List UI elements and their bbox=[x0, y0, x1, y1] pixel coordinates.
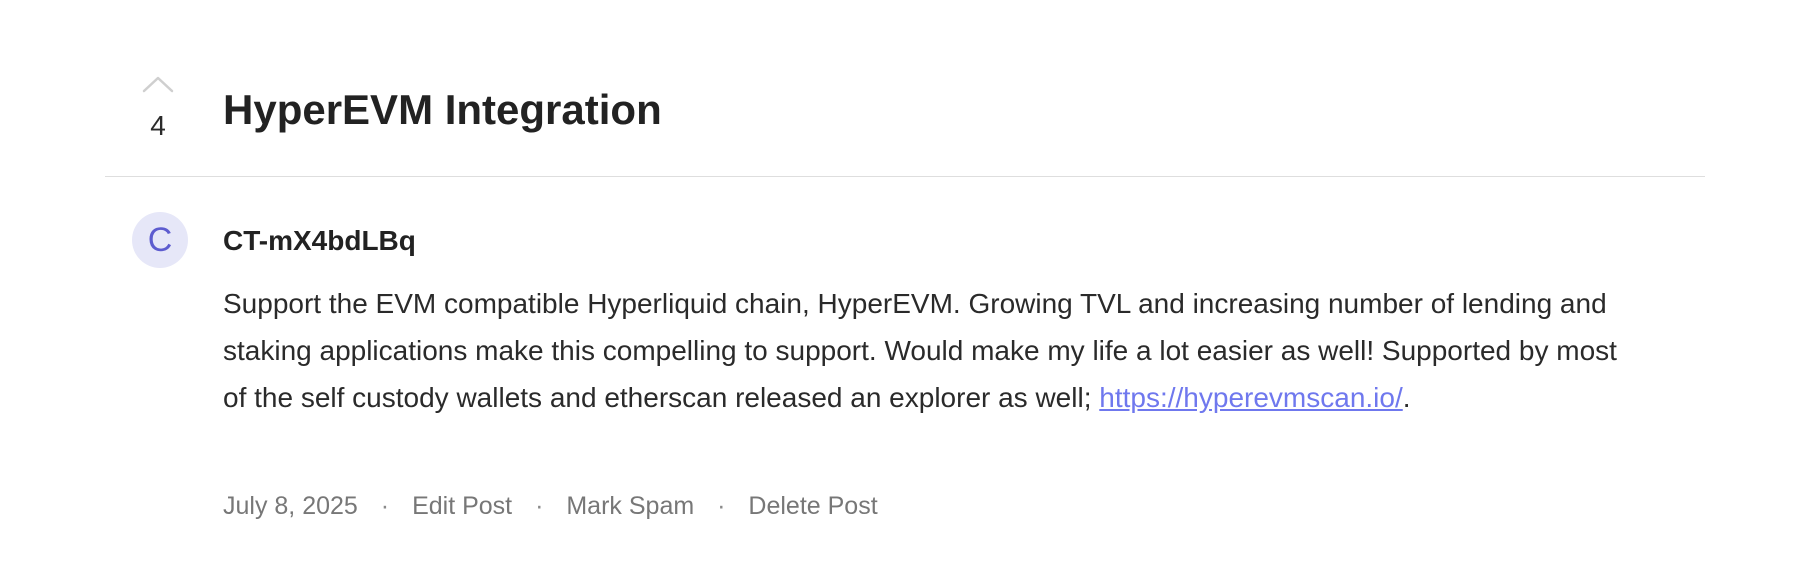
vote-box: 4 bbox=[128, 70, 188, 150]
author-name: CT-mX4bdLBq bbox=[223, 225, 416, 256]
post-body-suffix: . bbox=[1402, 382, 1411, 413]
vote-count: 4 bbox=[150, 110, 166, 141]
post-meta: July 8, 2025 · Edit Post · Mark Spam · D… bbox=[223, 490, 878, 522]
post-date: July 8, 2025 bbox=[223, 492, 358, 520]
post-header: 4 HyperEVM Integration bbox=[0, 0, 1800, 175]
post-title: HyperEVM Integration bbox=[223, 86, 662, 133]
chevron-up-icon[interactable] bbox=[142, 74, 174, 94]
upvote-chevron-svg bbox=[142, 76, 174, 93]
meta-separator: · bbox=[380, 492, 390, 520]
avatar: C bbox=[132, 212, 188, 268]
post-body: Support the EVM compatible Hyperliquid c… bbox=[223, 280, 1633, 421]
delete-post-button[interactable]: Delete Post bbox=[748, 492, 877, 520]
edit-post-button[interactable]: Edit Post bbox=[412, 492, 512, 520]
post-body-paragraph: Support the EVM compatible Hyperliquid c… bbox=[223, 280, 1633, 421]
header-divider bbox=[105, 176, 1705, 177]
meta-separator: · bbox=[717, 492, 726, 520]
mark-spam-button[interactable]: Mark Spam bbox=[566, 492, 694, 520]
post-body-link[interactable]: https://hyperevmscan.io/ bbox=[1099, 382, 1402, 413]
meta-separator: · bbox=[535, 492, 544, 520]
